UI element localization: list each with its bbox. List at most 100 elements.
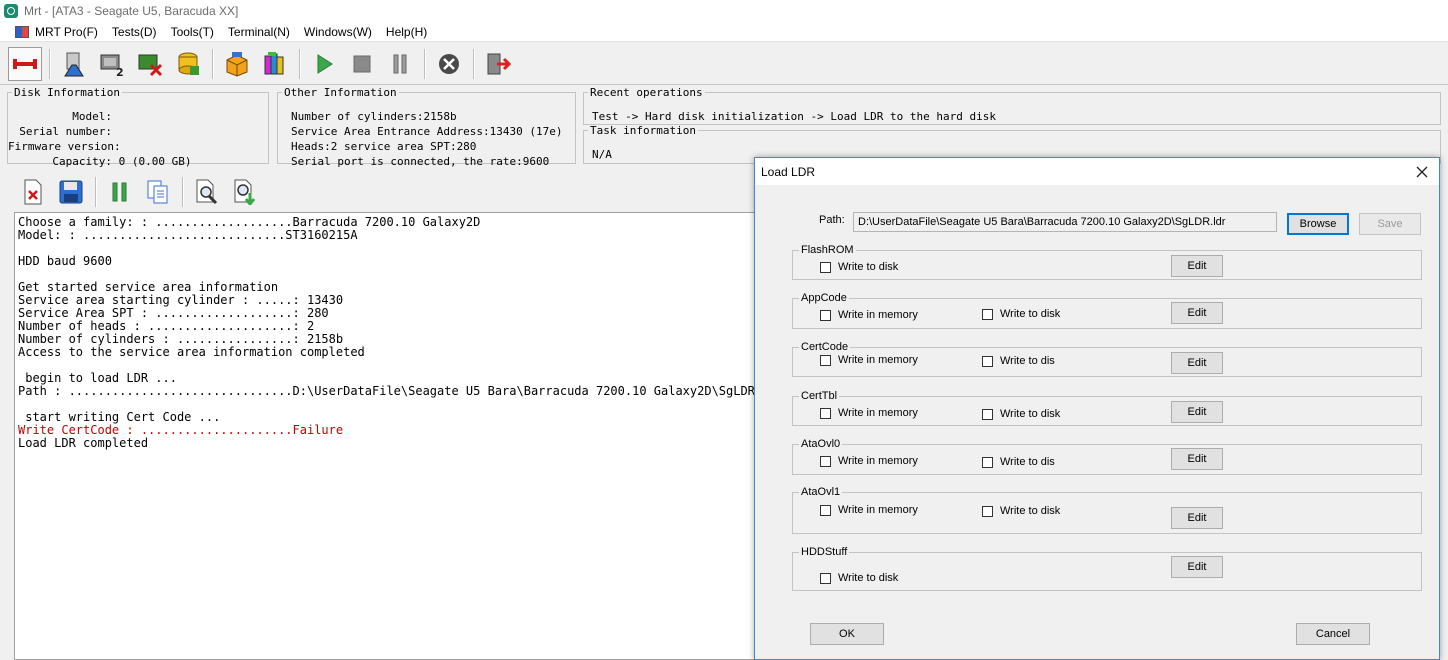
flashrom-write-disk-checkbox[interactable]: Write to disk	[820, 261, 898, 273]
books-button[interactable]	[258, 47, 292, 81]
package-button[interactable]	[220, 47, 254, 81]
task-information-text: N/A	[592, 148, 612, 161]
path-field[interactable]: D:\UserDataFile\Seagate U5 Bara\Barracud…	[853, 212, 1277, 232]
appcode-write-disk-checkbox[interactable]: Write to disk	[982, 308, 1060, 320]
capacity-label: Capacity:	[52, 155, 112, 168]
other-information-group: Other Information Number of cylinders:21…	[277, 86, 576, 168]
ataovl0-write-memory-label: Write in memory	[838, 455, 918, 467]
log-line: HDD baud 9600	[18, 254, 112, 268]
appcode-write-memory-label: Write in memory	[838, 309, 918, 321]
connect-button[interactable]	[8, 46, 42, 81]
log-output[interactable]: Choose a family: : ...................Ba…	[14, 212, 774, 660]
play-button[interactable]	[307, 47, 341, 81]
exit-button[interactable]	[481, 47, 515, 81]
ataovl1-edit-button[interactable]: Edit	[1171, 507, 1223, 529]
disk-info-button[interactable]	[57, 47, 91, 81]
menu-terminal[interactable]: Terminal(N)	[221, 25, 297, 39]
certcode-write-memory-checkbox[interactable]: Write in memory	[820, 354, 918, 366]
section-hddstuff: HDDStuff Write to disk Edit	[792, 546, 1422, 591]
database-button[interactable]	[171, 47, 205, 81]
menu-tools[interactable]: Tools(T)	[164, 25, 221, 39]
ataovl1-write-memory-label: Write in memory	[838, 504, 918, 516]
ataovl1-write-disk-checkbox[interactable]: Write to disk	[982, 505, 1060, 517]
ataovl0-edit-button[interactable]: Edit	[1171, 448, 1223, 470]
section-ataovl0: AtaOvl0 Write in memory Write to dis Edi…	[792, 438, 1422, 475]
menu-mrt-pro[interactable]: MRT Pro(F)	[0, 25, 105, 39]
clear-log-button[interactable]	[18, 177, 48, 207]
exit-door-icon	[487, 53, 511, 74]
dialog-close-button[interactable]	[1405, 158, 1439, 185]
log-line: Path : ...............................D:…	[18, 384, 774, 398]
search-download-icon	[234, 179, 256, 205]
log-toolbar-separator	[95, 177, 96, 207]
certtbl-write-disk-checkbox[interactable]: Write to disk	[982, 408, 1060, 420]
cancel-button[interactable]: Cancel	[1296, 623, 1370, 645]
section-hddstuff-legend: HDDStuff	[801, 546, 848, 558]
menu-windows[interactable]: Windows(W)	[297, 25, 379, 39]
flashrom-write-disk-label: Write to disk	[838, 261, 899, 273]
save-log-button[interactable]	[56, 177, 86, 207]
checkbox-box	[820, 407, 831, 419]
section-certcode-legend: CertCode	[801, 341, 849, 353]
books-icon	[264, 51, 284, 74]
stop-icon	[353, 55, 371, 72]
save-button[interactable]: Save	[1359, 213, 1421, 235]
menu-bar: MRT Pro(F) Tests(D) Tools(T) Terminal(N)…	[0, 22, 1448, 42]
certcode-write-disk-checkbox[interactable]: Write to dis	[982, 355, 1055, 367]
ok-button[interactable]: OK	[810, 623, 884, 645]
certcode-write-disk-label: Write to dis	[1000, 355, 1055, 367]
copy-document-icon	[147, 180, 168, 204]
disk-information-legend: Disk Information	[14, 86, 120, 99]
document-delete-icon	[24, 179, 42, 205]
other-information-legend: Other Information	[284, 86, 397, 99]
toolbar-separator	[299, 48, 300, 79]
copy-log-button[interactable]	[143, 177, 173, 207]
pause-green-icon	[112, 182, 127, 202]
ataovl0-write-memory-checkbox[interactable]: Write in memory	[820, 455, 918, 467]
export-log-button[interactable]	[230, 177, 260, 207]
disk-information-group: Disk Information Model: Serial number: F…	[7, 86, 269, 168]
close-circle-icon	[439, 53, 459, 74]
ataovl0-write-disk-checkbox[interactable]: Write to dis	[982, 456, 1055, 468]
section-flashrom: FlashROM Write to disk Edit	[792, 244, 1422, 280]
cancel-operation-button[interactable]	[432, 47, 466, 81]
toolbar-separator	[424, 48, 425, 79]
checkbox-box	[820, 572, 831, 584]
capacity-value: 0 (0.00 GB)	[118, 155, 192, 168]
ataovl1-write-memory-checkbox[interactable]: Write in memory	[820, 504, 918, 516]
disk-error-icon	[138, 54, 163, 76]
serial-label: Serial number:	[19, 125, 112, 138]
certcode-edit-button[interactable]: Edit	[1171, 352, 1223, 374]
stop-button[interactable]	[345, 47, 379, 81]
menu-mrt-pro-label: MRT Pro(F)	[35, 24, 98, 39]
certcode-write-memory-label: Write in memory	[838, 354, 918, 366]
load-ldr-dialog: Load LDR Path: D:\UserDataFile\Seagate U…	[754, 157, 1440, 660]
section-appcode-legend: AppCode	[801, 292, 847, 304]
checkbox-box	[820, 354, 831, 366]
pause-button[interactable]	[383, 47, 417, 81]
mrt-menu-icon	[15, 25, 29, 38]
menu-help[interactable]: Help(H)	[379, 25, 434, 39]
section-appcode: AppCode Write in memory Write to disk Ed…	[792, 292, 1422, 329]
hddstuff-write-disk-checkbox[interactable]: Write to disk	[820, 572, 898, 584]
disk-delete-button[interactable]	[133, 47, 167, 81]
hddstuff-edit-button[interactable]: Edit	[1171, 556, 1223, 578]
section-flashrom-legend: FlashROM	[801, 244, 854, 256]
certtbl-write-memory-checkbox[interactable]: Write in memory	[820, 407, 918, 419]
disk-settings-button[interactable]: 2	[95, 47, 129, 81]
search-log-button[interactable]	[192, 177, 222, 207]
pause-log-button[interactable]	[105, 177, 135, 207]
toolbar-separator	[473, 48, 474, 79]
certtbl-edit-button[interactable]: Edit	[1171, 401, 1223, 423]
package-icon	[226, 51, 248, 77]
hddstuff-write-disk-label: Write to disk	[838, 572, 899, 584]
checkbox-box	[982, 456, 993, 468]
menu-tests[interactable]: Tests(D)	[105, 25, 164, 39]
appcode-edit-button[interactable]: Edit	[1171, 302, 1223, 324]
log-toolbar	[0, 172, 760, 212]
appcode-write-memory-checkbox[interactable]: Write in memory	[820, 309, 918, 321]
log-line: Access to the service area information c…	[18, 345, 365, 359]
browse-button[interactable]: Browse	[1287, 213, 1349, 235]
flashrom-edit-button[interactable]: Edit	[1171, 255, 1223, 277]
app-icon	[4, 4, 18, 18]
